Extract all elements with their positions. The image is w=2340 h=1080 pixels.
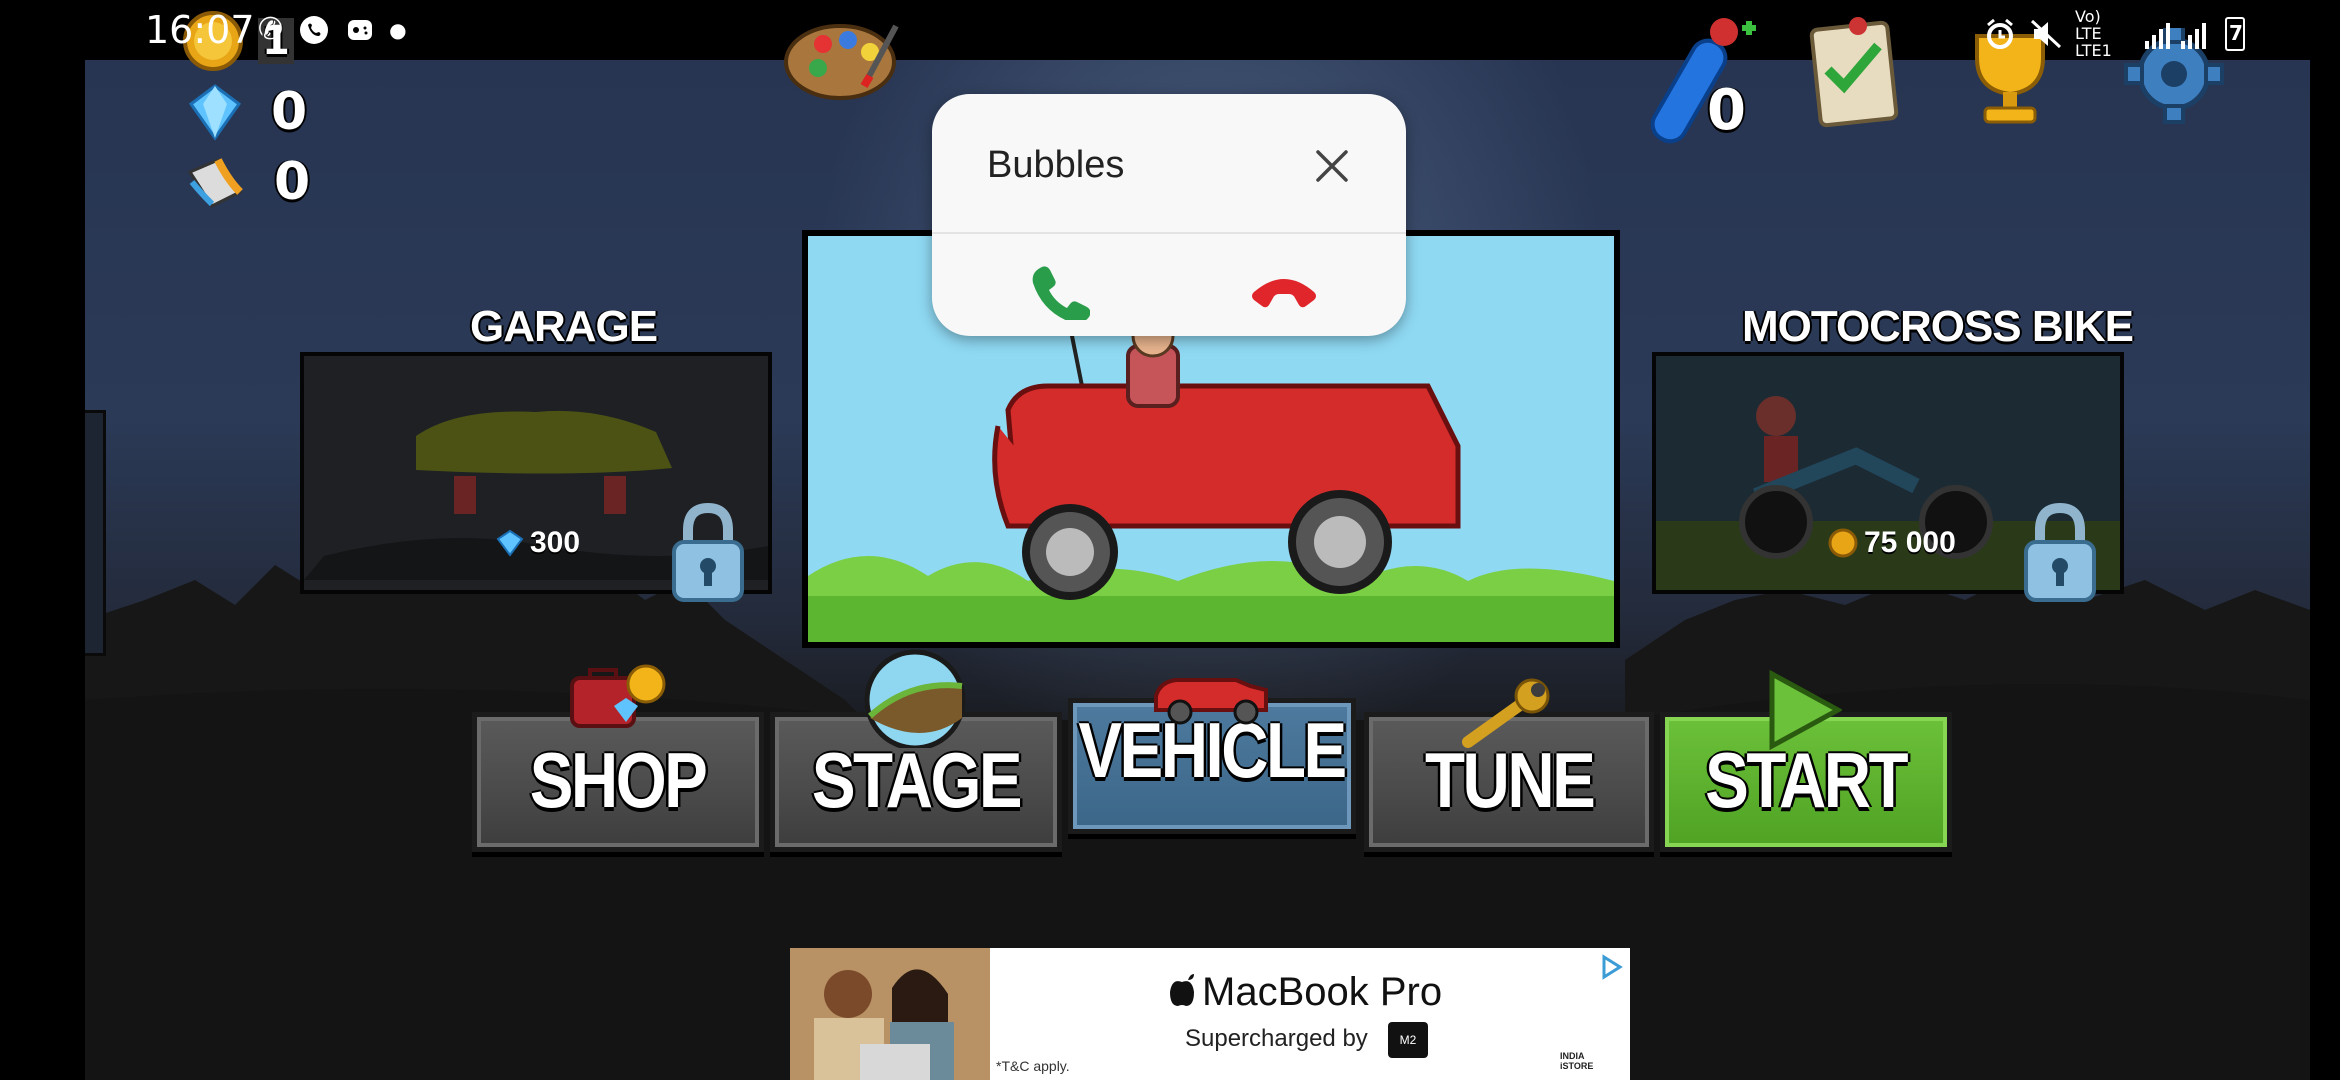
mute-icon bbox=[2030, 19, 2062, 48]
wifi-call-icon: ✆ bbox=[258, 12, 284, 47]
signal-text: Vo) LTE LTE1 bbox=[2075, 7, 2112, 60]
paint-bucket-icon bbox=[187, 158, 243, 208]
ad-store-line2: iSTORE bbox=[1560, 1061, 1594, 1071]
gem-counter: 0 bbox=[185, 82, 307, 142]
vehicle-car-icon bbox=[1154, 678, 1268, 725]
status-time: 16:07 bbox=[145, 8, 255, 52]
popup-divider bbox=[932, 232, 1406, 234]
paint-counter: 0 bbox=[182, 152, 310, 212]
caller-name: Bubbles bbox=[987, 144, 1125, 186]
gem-icon bbox=[188, 84, 242, 141]
alarm-icon bbox=[1987, 18, 2013, 49]
start-label: START bbox=[1705, 736, 1909, 824]
coin-icon bbox=[1828, 528, 1858, 558]
wrench-icon bbox=[1462, 678, 1550, 748]
status-icons-left: ✆ ● bbox=[258, 12, 407, 48]
paint-value: 0 bbox=[274, 152, 311, 212]
apple-logo-icon bbox=[1170, 974, 1194, 1006]
stage-label: STAGE bbox=[811, 736, 1023, 824]
garage-price: 300 bbox=[530, 526, 581, 559]
ad-chip-label: M2 bbox=[1399, 1033, 1417, 1047]
phone-accept-icon[interactable] bbox=[1026, 260, 1090, 320]
ad-brand: MacBook Pro bbox=[1202, 970, 1443, 1014]
ad-choices-icon[interactable] bbox=[1598, 954, 1624, 980]
tune-label: TUNE bbox=[1424, 736, 1596, 824]
shop-label: SHOP bbox=[530, 736, 708, 824]
motocross-price-tag: 75 000 bbox=[1828, 526, 1956, 560]
motocross-lock-icon bbox=[2024, 502, 2096, 602]
ad-store-logo: INDIA iSTORE bbox=[1560, 1051, 1593, 1071]
stage-hill-icon bbox=[864, 649, 966, 748]
ad-tagline: Supercharged by bbox=[1185, 1025, 1368, 1052]
ad-disclaimer: *T&C apply. bbox=[996, 1058, 1070, 1074]
shop-button[interactable]: SHOP bbox=[472, 712, 764, 852]
ad-chip-badge: M2 bbox=[1388, 1022, 1428, 1058]
ad-store-line1: INDIA bbox=[1560, 1051, 1585, 1061]
gem-icon bbox=[496, 529, 524, 557]
motocross-title: MOTOCROSS BIKE bbox=[1742, 302, 2134, 351]
garage-lock-icon bbox=[672, 502, 744, 602]
game-controller-icon bbox=[348, 20, 373, 40]
ad-photo bbox=[790, 948, 990, 1080]
left-partial-panel bbox=[85, 410, 106, 656]
status-icons-right: Vo) LTE LTE1 7 bbox=[1983, 8, 2245, 59]
ad-banner[interactable]: MacBook Pro Supercharged by M2 *T&C appl… bbox=[790, 948, 1630, 1080]
whatsapp-icon bbox=[300, 16, 329, 44]
battery-level: 7 bbox=[2229, 20, 2243, 45]
garage-title: GARAGE bbox=[470, 302, 658, 351]
battery-icon: 7 bbox=[2225, 16, 2245, 51]
play-arrow-icon bbox=[1769, 670, 1842, 750]
status-bar: 16:07 ✆ ● Vo) LTE LTE1 7 bbox=[0, 0, 2340, 60]
close-icon[interactable] bbox=[1312, 146, 1352, 186]
garage-price-tag: 300 bbox=[496, 526, 580, 560]
gem-value: 0 bbox=[271, 82, 308, 142]
incoming-call-popup: Bubbles bbox=[932, 94, 1406, 336]
signal-strength-icon bbox=[2145, 22, 2206, 49]
shop-bag-icon bbox=[570, 664, 666, 728]
motocross-price: 75 000 bbox=[1864, 526, 1956, 559]
notification-dot-icon: ● bbox=[389, 18, 407, 42]
phone-decline-icon[interactable] bbox=[1250, 266, 1318, 316]
